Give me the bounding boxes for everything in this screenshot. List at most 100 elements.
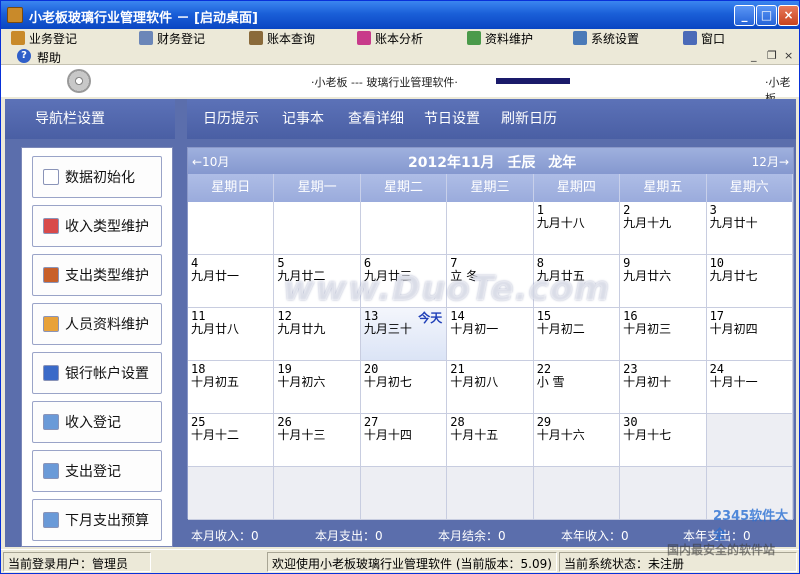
menu-item[interactable]: 财务登记: [139, 30, 205, 46]
calendar-day[interactable]: 5 九月廿二: [274, 255, 361, 308]
menu-item[interactable]: 窗口: [683, 30, 725, 46]
calendar-day[interactable]: 27 十月十四: [360, 414, 448, 467]
lunar-date: 十月十二: [191, 428, 240, 442]
menu-item[interactable]: 账本分析: [357, 30, 423, 46]
calendar-day[interactable]: 16 十月初三: [620, 308, 707, 361]
menu-help[interactable]: 帮助: [37, 49, 61, 66]
calendar-day[interactable]: 23 十月初十: [620, 361, 707, 414]
calendar-day[interactable]: 21 十月初八: [447, 361, 534, 414]
document-icon: [43, 169, 59, 185]
lunar-date: 九月廿三: [363, 269, 412, 283]
calendar-day[interactable]: 15 十月初二: [533, 308, 621, 361]
calendar-day-today[interactable]: 13 九月三十 今天: [360, 308, 448, 361]
lunar-date: 九月廿五: [536, 269, 585, 283]
calendar-day[interactable]: 30 十月十七: [620, 414, 707, 467]
nav-button-label: 数据初始化: [65, 170, 135, 186]
calendar-day[interactable]: [706, 467, 793, 520]
nav-button[interactable]: 收入登记: [32, 401, 162, 443]
menu-item[interactable]: 业务登记: [11, 30, 77, 46]
menu-item-label: 系统设置: [591, 31, 640, 46]
calendar-grid: 1 九月十八 2 九月十九 3 九月廿十 4 九月廿一 5 九月廿二 6 九月廿三 7 立 冬 8 九月廿五 9…: [188, 202, 793, 520]
nav-button[interactable]: 数据初始化: [32, 156, 162, 198]
nav-button[interactable]: 收入类型维护: [32, 205, 162, 247]
menu-item[interactable]: 资料维护: [467, 30, 533, 46]
calendar-day[interactable]: 1 九月十八: [533, 202, 621, 255]
prev-month-link[interactable]: ←10月: [192, 153, 229, 170]
close-button[interactable]: ×: [778, 5, 799, 26]
income-register-icon: [43, 414, 59, 430]
nav-button-label: 下月支出预算: [65, 513, 149, 529]
calendar-day[interactable]: [447, 467, 534, 520]
expense-register-icon: [43, 463, 59, 479]
help-icon[interactable]: ?: [17, 49, 31, 63]
nav-button[interactable]: 支出登记: [32, 450, 162, 492]
title-bar[interactable]: 小老板玻璃行业管理软件 － [启动桌面] _ □ ×: [1, 1, 799, 29]
calendar-day[interactable]: 11 九月廿八: [188, 308, 275, 361]
nav-button[interactable]: 支出类型维护: [32, 254, 162, 296]
mdi-restore-button[interactable]: ❐: [767, 49, 777, 62]
calendar-day[interactable]: 22 小 雪: [533, 361, 621, 414]
maximize-button[interactable]: □: [756, 5, 777, 26]
nav-button[interactable]: 人员资料维护: [32, 303, 162, 345]
nav-panel: 数据初始化收入类型维护支出类型维护人员资料维护 银行帐户设置收入登记支出登记下月支…: [21, 147, 173, 547]
calendar-day[interactable]: 4 九月廿一: [188, 255, 275, 308]
nav-button-label: 收入登记: [65, 415, 121, 431]
calendar-day[interactable]: [533, 467, 621, 520]
calendar-day[interactable]: [274, 202, 361, 255]
menu-item[interactable]: 系统设置: [573, 30, 639, 46]
nav-button-label: 支出类型维护: [65, 268, 149, 284]
marquee-bar: [496, 78, 570, 84]
calendar-day[interactable]: 7立 冬: [447, 255, 534, 308]
calendar-tool-button[interactable]: 节日设置: [424, 108, 480, 128]
calendar-tool-button[interactable]: 查看详细: [348, 108, 404, 128]
calendar-day[interactable]: 12 九月廿九: [274, 308, 361, 361]
calendar-day[interactable]: 10 九月廿七: [706, 255, 793, 308]
nav-header[interactable]: 导航栏设置: [5, 99, 175, 139]
lunar-date: 立 冬: [450, 269, 479, 283]
calendar-tool-button[interactable]: 记事本: [282, 108, 324, 128]
month-balance: 本月结余：0: [438, 529, 506, 543]
calendar-day[interactable]: [620, 467, 707, 520]
lunar-date: 九月廿一: [191, 269, 240, 283]
calendar-day[interactable]: [447, 202, 534, 255]
calendar-day[interactable]: 17 十月初四: [706, 308, 793, 361]
calendar-day[interactable]: 28 十月十五: [447, 414, 534, 467]
calendar-day[interactable]: 18 十月初五: [188, 361, 275, 414]
calendar-day[interactable]: [360, 467, 448, 520]
calendar-day[interactable]: [360, 202, 448, 255]
nav-button[interactable]: 下月支出预算: [32, 499, 162, 541]
calendar-day[interactable]: [188, 467, 275, 520]
lunar-date: 十月初一: [450, 322, 499, 336]
weekday-row: 星期日 星期一 星期二 星期三 星期四 星期五 星期六: [188, 174, 793, 202]
calendar-day[interactable]: 14 十月初一: [447, 308, 534, 361]
calendar-day[interactable]: 8 九月廿五: [533, 255, 621, 308]
cd-icon[interactable]: [67, 69, 91, 93]
calendar-day[interactable]: [188, 202, 275, 255]
calendar-day[interactable]: 25 十月十二: [188, 414, 275, 467]
calendar-day[interactable]: 24 十月十一: [706, 361, 793, 414]
calendar-day[interactable]: 2 九月十九: [620, 202, 707, 255]
calendar-day[interactable]: 9 九月廿六: [620, 255, 707, 308]
calendar-tool-button[interactable]: 日历提示: [203, 108, 259, 128]
mdi-close-button[interactable]: ×: [784, 49, 793, 62]
nav-button[interactable]: 银行帐户设置: [32, 352, 162, 394]
mdi-minimize-button[interactable]: _: [751, 49, 757, 62]
status-welcome: 欢迎使用小老板玻璃行业管理软件 (当前版本：5.09): [267, 552, 557, 572]
calendar-day[interactable]: [706, 414, 793, 467]
window-icon: [683, 31, 697, 45]
calendar-day[interactable]: 29 十月十六: [533, 414, 621, 467]
calendar-day[interactable]: [274, 467, 361, 520]
calendar-day[interactable]: 6 九月廿三: [360, 255, 448, 308]
calendar-day[interactable]: 3 九月廿十: [706, 202, 793, 255]
menu-item[interactable]: 账本查询: [249, 30, 315, 46]
calendar-day[interactable]: 20 十月初七: [360, 361, 448, 414]
calendar-day[interactable]: 19 十月初六: [274, 361, 361, 414]
calendar-day[interactable]: 26 十月十三: [274, 414, 361, 467]
year-expense: 本年支出：0: [683, 529, 751, 543]
book-icon: [249, 31, 263, 45]
menu-item-label: 业务登记: [29, 31, 78, 46]
next-month-link[interactable]: 12月→: [752, 153, 789, 170]
minimize-button[interactable]: _: [734, 5, 755, 26]
calendar-tool-button[interactable]: 刷新日历: [501, 108, 557, 128]
weekday-header: 星期日: [188, 174, 275, 202]
